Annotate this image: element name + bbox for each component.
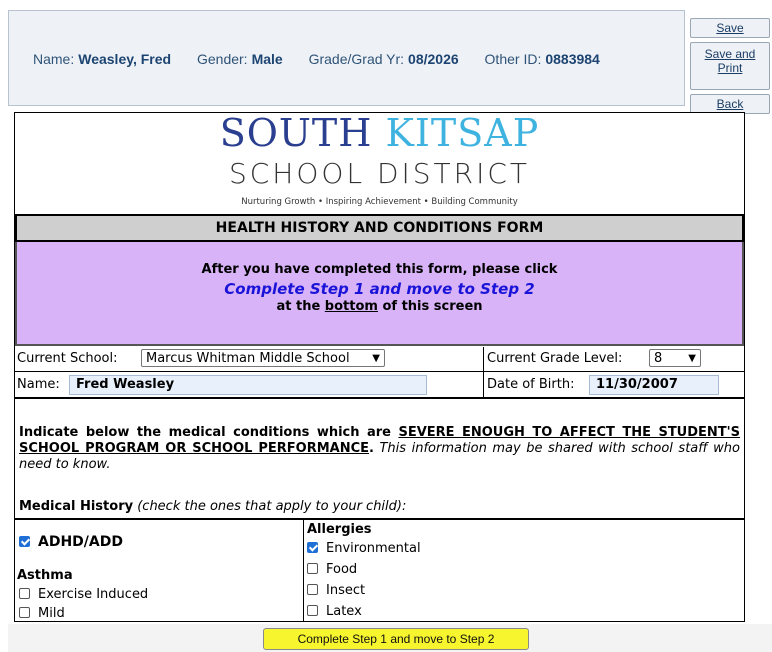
chevron-down-icon: ▼ xyxy=(372,353,380,364)
asthma-heading: Asthma xyxy=(17,568,73,583)
condition-food-label: Food xyxy=(326,562,358,577)
form-title: HEALTH HISTORY AND CONDITIONS FORM xyxy=(15,214,744,242)
checkbox-checked-icon[interactable] xyxy=(307,542,318,553)
condition-exercise-induced[interactable]: Exercise Induced xyxy=(19,587,148,602)
health-form: SOUTH KITSAP SCHOOL DISTRICT Nurturing G… xyxy=(14,112,745,622)
save-button[interactable]: Save xyxy=(690,18,770,38)
condition-insect[interactable]: Insect xyxy=(307,583,365,598)
district-logo: SOUTH KITSAP SCHOOL DISTRICT Nurturing G… xyxy=(15,113,744,211)
student-name-field[interactable]: Fred Weasley xyxy=(69,375,427,395)
indicate-intro: Indicate below the medical conditions wh… xyxy=(19,425,399,440)
notice-line-3: at the bottom of this screen xyxy=(17,299,742,314)
checkbox-icon[interactable] xyxy=(307,563,318,574)
condition-mild-label: Mild xyxy=(38,606,65,621)
current-grade-select[interactable]: 8 ▼ xyxy=(649,349,701,367)
current-grade-label: Current Grade Level: xyxy=(487,351,623,366)
row-divider xyxy=(483,372,484,397)
logo-wordmark: SOUTH KITSAP xyxy=(15,113,744,153)
instruction-notice: After you have completed this form, plea… xyxy=(15,242,744,346)
condition-latex-label: Latex xyxy=(326,604,362,619)
column-divider xyxy=(303,520,304,621)
condition-food[interactable]: Food xyxy=(307,562,357,577)
condition-insect-label: Insect xyxy=(326,583,366,598)
medical-history-label: Medical History xyxy=(19,499,134,514)
checkbox-icon[interactable] xyxy=(307,605,318,616)
checkbox-icon[interactable] xyxy=(307,584,318,595)
condition-environmental-label: Environmental xyxy=(326,541,421,556)
condition-adhd-label: ADHD/ADD xyxy=(38,534,123,550)
other-id-value: 0883984 xyxy=(545,51,600,67)
logo-kitsap: KITSAP xyxy=(385,112,540,155)
conditions-grid: ADHD/ADD Asthma Exercise Induced Mild Al… xyxy=(15,518,744,621)
dob-field[interactable]: 11/30/2007 xyxy=(589,375,719,395)
save-and-print-button[interactable]: Save and Print xyxy=(690,42,770,90)
allergies-heading: Allergies xyxy=(307,522,372,537)
student-name-label: Name: xyxy=(17,377,60,392)
chevron-down-icon: ▼ xyxy=(688,353,696,364)
complete-step-button[interactable]: Complete Step 1 and move to Step 2 xyxy=(263,628,529,650)
name-label: Name: xyxy=(33,51,75,67)
gender-value: Male xyxy=(251,51,283,67)
row-divider xyxy=(483,347,484,371)
condition-latex[interactable]: Latex xyxy=(307,604,362,619)
back-button[interactable]: Back xyxy=(690,94,770,114)
instructions-text: Indicate below the medical conditions wh… xyxy=(19,425,740,473)
current-grade-value: 8 xyxy=(654,351,663,366)
logo-tagline: Nurturing Growth • Inspiring Achievement… xyxy=(241,197,518,207)
name-row: Name: Fred Weasley Date of Birth: 11/30/… xyxy=(15,372,744,399)
logo-subtitle: SCHOOL DISTRICT xyxy=(228,157,531,190)
checkbox-checked-icon[interactable] xyxy=(19,536,30,547)
notice-line-2: Complete Step 1 and move to Step 2 xyxy=(224,280,535,298)
notice-line-3-bottom: bottom xyxy=(324,299,378,314)
checkbox-icon[interactable] xyxy=(19,588,30,599)
save-and-print-label-2: Print xyxy=(717,61,743,75)
save-and-print-label-1: Save and xyxy=(704,47,756,61)
student-info: Name: Weasley, Fred Gender: Male Grade/Gra… xyxy=(33,51,622,67)
dob-label: Date of Birth: xyxy=(487,377,575,392)
condition-mild[interactable]: Mild xyxy=(19,606,65,621)
current-school-select[interactable]: Marcus Whitman Middle School ▼ xyxy=(141,349,385,367)
medical-history-heading: Medical History (check the ones that app… xyxy=(19,499,406,514)
condition-exercise-induced-label: Exercise Induced xyxy=(38,587,149,602)
condition-adhd[interactable]: ADHD/ADD xyxy=(19,534,123,550)
name-value: Weasley, Fred xyxy=(78,51,172,67)
medical-history-hint: (check the ones that apply to your child… xyxy=(133,499,407,514)
current-school-value: Marcus Whitman Middle School xyxy=(146,351,350,366)
bottom-toolbar: Complete Step 1 and move to Step 2 xyxy=(8,624,772,652)
grade-value: 08/2026 xyxy=(408,51,459,67)
school-row: Current School: Marcus Whitman Middle Sc… xyxy=(15,347,744,372)
notice-line-1: After you have completed this form, plea… xyxy=(201,262,558,277)
notice-line-3-pre: at the xyxy=(276,299,325,314)
notice-line-3-post: of this screen xyxy=(377,299,483,314)
other-id-label: Other ID: xyxy=(484,51,542,67)
grade-label: Grade/Grad Yr: xyxy=(308,51,405,67)
current-school-label: Current School: xyxy=(17,351,118,366)
condition-environmental[interactable]: Environmental xyxy=(307,541,421,556)
logo-south: SOUTH xyxy=(219,112,373,155)
checkbox-icon[interactable] xyxy=(19,607,30,618)
student-header: Name: Weasley, Fred Gender: Male Grade/Gra… xyxy=(8,10,685,106)
gender-label: Gender: xyxy=(196,51,248,67)
